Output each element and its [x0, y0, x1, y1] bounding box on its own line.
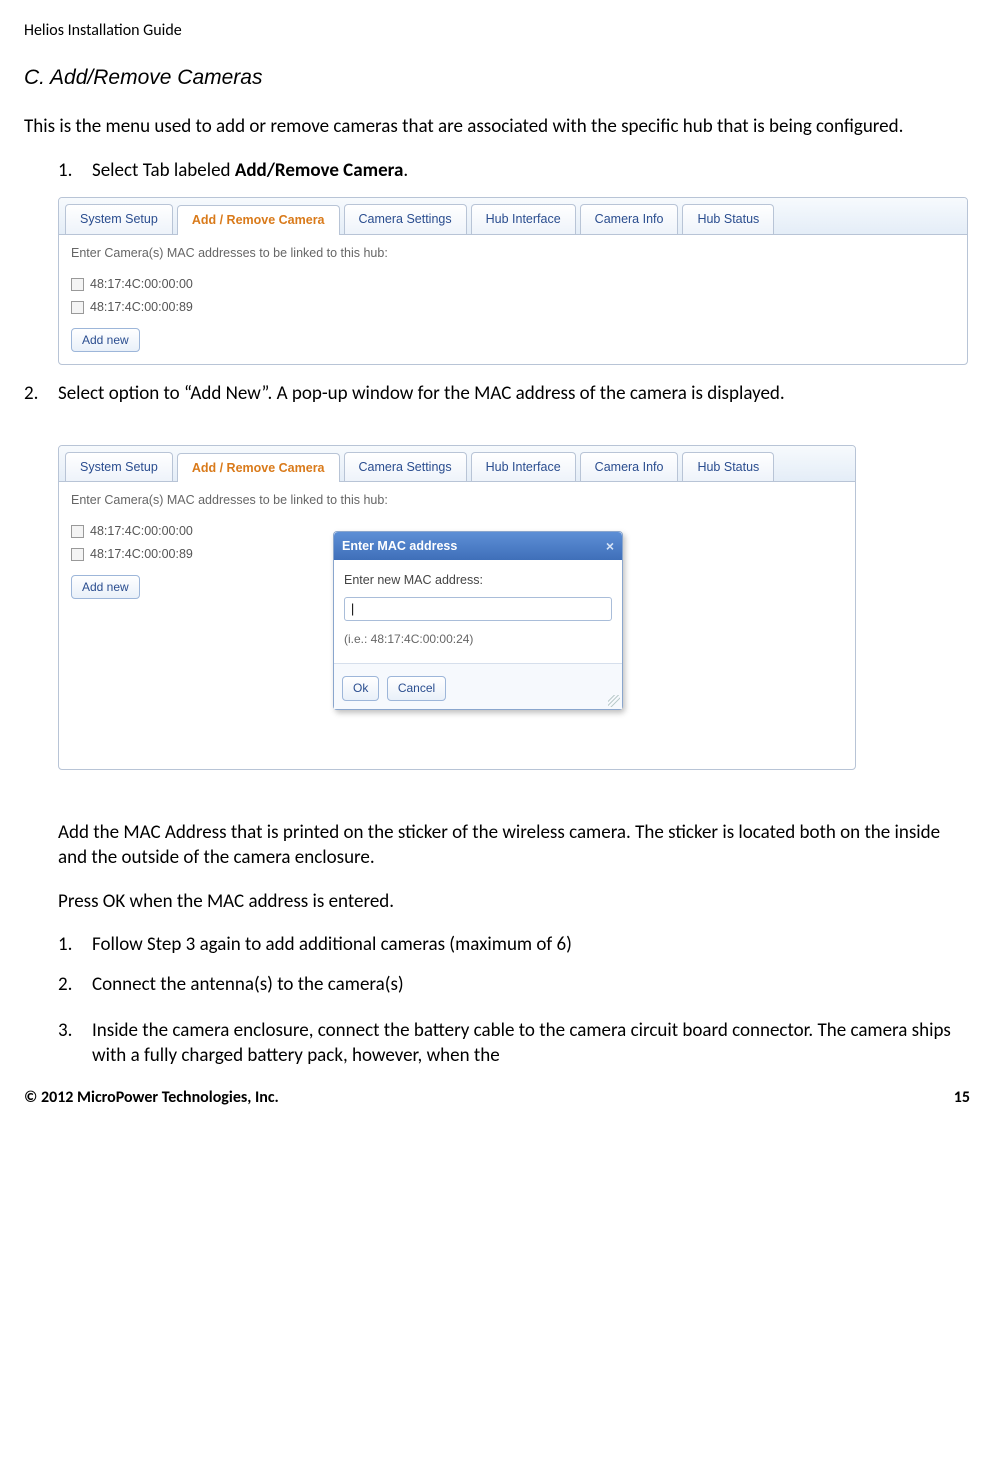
- panel-body: Enter Camera(s) MAC addresses to be link…: [59, 235, 967, 364]
- substep-1-body: Follow Step 3 again to add additional ca…: [92, 932, 970, 958]
- checkbox-mac-1[interactable]: [71, 301, 84, 314]
- tab-system-setup[interactable]: System Setup: [65, 204, 173, 234]
- modal-header: Enter MAC address ×: [334, 532, 622, 561]
- tab-camera-info-b[interactable]: Camera Info: [580, 452, 679, 482]
- footer-copyright: © 2012 MicroPower Technologies, Inc.: [24, 1087, 279, 1109]
- step-1-text-bold: Add/Remove Camera: [235, 159, 404, 182]
- tab-hub-interface[interactable]: Hub Interface: [471, 204, 576, 234]
- substep-1-number: 1.: [58, 932, 92, 958]
- page-footer: © 2012 MicroPower Technologies, Inc. 15: [24, 1087, 970, 1109]
- checkbox-mac-1-b[interactable]: [71, 548, 84, 561]
- panel-instruction: Enter Camera(s) MAC addresses to be link…: [71, 245, 955, 262]
- cancel-button[interactable]: Cancel: [387, 676, 446, 700]
- tab-add-remove-camera-b[interactable]: Add / Remove Camera: [177, 453, 340, 483]
- mac-label-1: 48:17:4C:00:00:89: [90, 299, 193, 316]
- substep-1: 1. Follow Step 3 again to add additional…: [58, 932, 970, 958]
- ok-button[interactable]: Ok: [342, 676, 379, 700]
- ui-panel-add-remove-modal: System Setup Add / Remove Camera Camera …: [58, 445, 856, 770]
- tab-camera-info[interactable]: Camera Info: [580, 204, 679, 234]
- substep-3: 3. Inside the camera enclosure, connect …: [58, 1018, 970, 1069]
- tab-strip-b: System Setup Add / Remove Camera Camera …: [59, 446, 855, 483]
- checkbox-mac-0[interactable]: [71, 278, 84, 291]
- section-heading: C. Add/Remove Cameras: [24, 64, 970, 92]
- mac-address-modal: Enter MAC address × Enter new MAC addres…: [333, 531, 623, 710]
- step-1-number: 1.: [58, 158, 92, 184]
- tab-strip: System Setup Add / Remove Camera Camera …: [59, 198, 967, 235]
- step-2-number: 2.: [24, 381, 58, 407]
- step-1-body: Select Tab labeled Add/Remove Camera.: [92, 158, 970, 184]
- tab-hub-status-b[interactable]: Hub Status: [682, 452, 774, 482]
- substep-2: 2. Connect the antenna(s) to the camera(…: [58, 972, 970, 998]
- mac-row-0: 48:17:4C:00:00:00: [71, 276, 955, 293]
- modal-hint: (i.e.: 48:17:4C:00:00:24): [344, 631, 612, 647]
- footer-page-number: 15: [954, 1087, 970, 1109]
- tab-hub-status[interactable]: Hub Status: [682, 204, 774, 234]
- add-new-button-b[interactable]: Add new: [71, 575, 140, 599]
- resize-grip-icon[interactable]: [608, 695, 620, 707]
- substep-3-body: Inside the camera enclosure, connect the…: [92, 1018, 970, 1069]
- ui-panel-add-remove: System Setup Add / Remove Camera Camera …: [58, 197, 968, 365]
- step-1-text-pre: Select Tab labeled: [92, 159, 235, 182]
- modal-body: Enter new MAC address: (i.e.: 48:17:4C:0…: [334, 560, 622, 663]
- mac-row-1: 48:17:4C:00:00:89: [71, 299, 955, 316]
- tab-hub-interface-b[interactable]: Hub Interface: [471, 452, 576, 482]
- panel-instruction-b: Enter Camera(s) MAC addresses to be link…: [71, 492, 843, 509]
- mac-label-1-b: 48:17:4C:00:00:89: [90, 546, 193, 563]
- substep-2-number: 2.: [58, 972, 92, 998]
- tab-camera-settings[interactable]: Camera Settings: [344, 204, 467, 234]
- step-2-body: Select option to “Add New”. A pop-up win…: [58, 381, 970, 407]
- after-modal-p2: Press OK when the MAC address is entered…: [58, 889, 970, 915]
- add-new-button[interactable]: Add new: [71, 328, 140, 352]
- close-icon[interactable]: ×: [606, 539, 614, 553]
- tab-add-remove-camera[interactable]: Add / Remove Camera: [177, 205, 340, 235]
- step-2: 2. Select option to “Add New”. A pop-up …: [24, 381, 970, 407]
- after-modal-p1: Add the MAC Address that is printed on t…: [58, 820, 970, 871]
- modal-footer: Ok Cancel: [334, 663, 622, 708]
- modal-title: Enter MAC address: [342, 538, 457, 555]
- tab-camera-settings-b[interactable]: Camera Settings: [344, 452, 467, 482]
- mac-label-0: 48:17:4C:00:00:00: [90, 276, 193, 293]
- step-1-text-post: .: [403, 159, 408, 182]
- substep-2-body: Connect the antenna(s) to the camera(s): [92, 972, 970, 998]
- substep-3-number: 3.: [58, 1018, 92, 1069]
- modal-label: Enter new MAC address:: [344, 572, 612, 589]
- tab-system-setup-b[interactable]: System Setup: [65, 452, 173, 482]
- document-header: Helios Installation Guide: [24, 20, 970, 42]
- mac-label-0-b: 48:17:4C:00:00:00: [90, 523, 193, 540]
- mac-address-input[interactable]: [344, 597, 612, 621]
- step-1: 1. Select Tab labeled Add/Remove Camera.: [58, 158, 970, 184]
- intro-paragraph: This is the menu used to add or remove c…: [24, 114, 970, 140]
- checkbox-mac-0-b[interactable]: [71, 525, 84, 538]
